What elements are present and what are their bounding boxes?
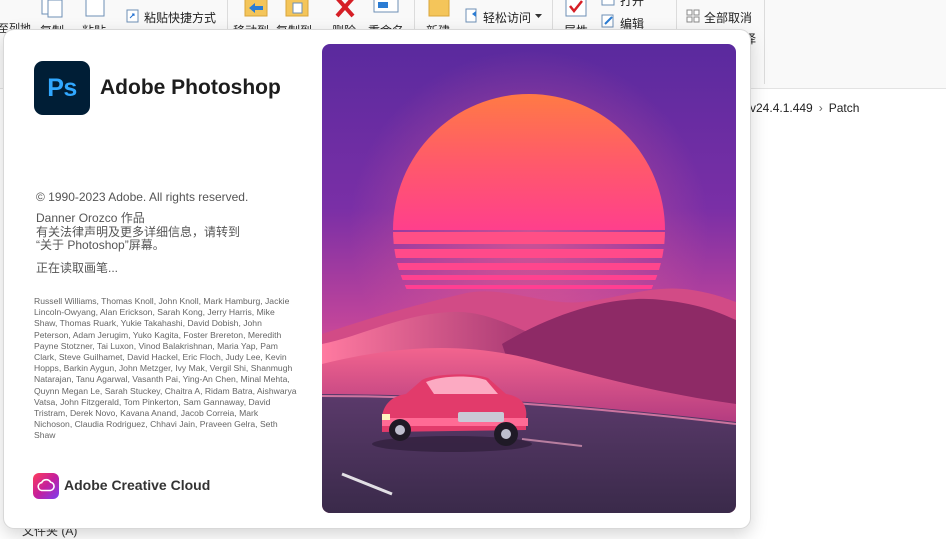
breadcrumb-separator: › bbox=[818, 101, 823, 115]
legal-text-line2: “关于 Photoshop”屏幕。 bbox=[36, 238, 165, 252]
photoshop-logo: Ps bbox=[34, 61, 90, 115]
open-button[interactable]: 打开 bbox=[620, 0, 644, 9]
photoshop-splash-screen: Ps Adobe Photoshop © 1990-2023 Adobe. Al… bbox=[4, 30, 750, 528]
copy-icon bbox=[41, 0, 63, 18]
legal-text-line1: 有关法律声明及更多详细信息，请转到 bbox=[36, 225, 241, 239]
easy-access-button[interactable]: 轻松访问 bbox=[483, 9, 531, 26]
author-text: Danner Orozco 作品 bbox=[36, 211, 145, 225]
paste-shortcut-button[interactable]: 粘贴快捷方式 bbox=[144, 9, 216, 26]
copy-to-icon bbox=[285, 0, 309, 17]
breadcrumb-current[interactable]: Patch bbox=[829, 101, 860, 115]
open-icon bbox=[601, 0, 615, 6]
new-folder-icon bbox=[428, 0, 450, 17]
rename-icon bbox=[373, 0, 399, 13]
easy-access-icon bbox=[465, 8, 477, 23]
splash-artwork bbox=[322, 44, 736, 513]
properties-icon bbox=[565, 0, 587, 17]
credits-text: Russell Williams, Thomas Knoll, John Kno… bbox=[34, 296, 297, 441]
creative-cloud-icon bbox=[33, 473, 59, 499]
select-all-icon bbox=[686, 0, 700, 4]
address-bar[interactable]: 3.v24.4.1.449 › Patch bbox=[740, 96, 946, 120]
app-title: Adobe Photoshop bbox=[100, 76, 281, 99]
breadcrumb-segment[interactable]: 3.v24.4.1.449 bbox=[740, 101, 813, 115]
edit-icon bbox=[601, 14, 614, 28]
delete-icon bbox=[335, 0, 355, 18]
move-to-icon bbox=[244, 0, 268, 17]
paste-icon bbox=[85, 0, 105, 17]
chevron-down-icon[interactable] bbox=[535, 14, 542, 19]
creative-cloud-label: Adobe Creative Cloud bbox=[64, 477, 211, 493]
copyright-text: © 1990-2023 Adobe. All rights reserved. bbox=[36, 190, 249, 204]
select-none-icon bbox=[686, 9, 700, 23]
select-none-button[interactable]: 全部取消 bbox=[704, 9, 752, 26]
loading-status: 正在读取画笔... bbox=[36, 261, 119, 275]
paste-shortcut-icon bbox=[126, 9, 139, 23]
ribbon-divider bbox=[764, 0, 765, 84]
